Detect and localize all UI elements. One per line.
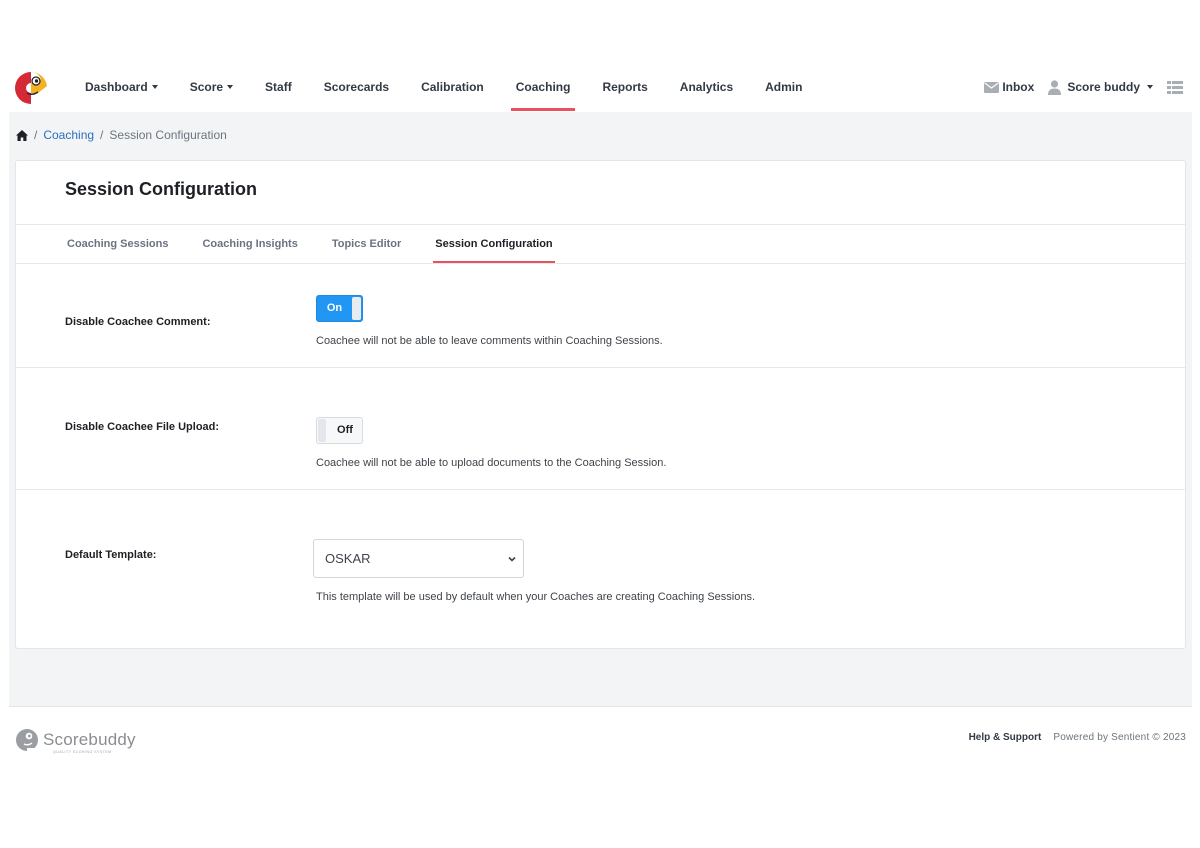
nav-admin[interactable]: Admin <box>749 62 818 112</box>
default-template-select[interactable]: OSKAR <box>313 539 524 578</box>
divider <box>16 489 1185 490</box>
nav-scorecards[interactable]: Scorecards <box>308 62 405 112</box>
nav-calibration[interactable]: Calibration <box>405 62 500 112</box>
tab-session-configuration[interactable]: Session Configuration <box>418 225 569 264</box>
nav-score-label: Score <box>189 80 224 94</box>
chevron-down-icon <box>508 556 516 562</box>
user-name: Score buddy <box>1067 80 1140 94</box>
disable-comment-toggle[interactable]: On <box>316 295 363 322</box>
toggle-state: On <box>326 302 343 314</box>
tab-coaching-sessions[interactable]: Coaching Sessions <box>50 225 185 263</box>
list-icon <box>1167 80 1183 94</box>
divider <box>16 367 1185 368</box>
footer-logo: Scorebuddy QUALITY SCORING SYSTEM <box>15 728 136 754</box>
main-nav: Dashboard Score Staff Scorecards Calibra… <box>69 62 818 112</box>
tab-coaching-insights[interactable]: Coaching Insights <box>185 225 314 263</box>
breadcrumb: / Coaching / Session Configuration <box>16 128 227 142</box>
nav-dashboard[interactable]: Dashboard <box>69 62 174 112</box>
footer-links: Help & Support Powered by Sentient © 202… <box>969 732 1186 743</box>
breadcrumb-coaching[interactable]: Coaching <box>43 128 94 142</box>
inbox-label: Inbox <box>1002 80 1035 94</box>
nav-coaching[interactable]: Coaching <box>500 62 587 112</box>
footer-brand: Scorebuddy <box>43 730 136 749</box>
nav-reports[interactable]: Reports <box>586 62 663 112</box>
help-support-link[interactable]: Help & Support <box>969 732 1042 743</box>
coaching-tabs: Coaching Sessions Coaching Insights Topi… <box>50 225 570 264</box>
disable-comment-help: Coachee will not be able to leave commen… <box>316 335 663 347</box>
footer-tagline: QUALITY SCORING SYSTEM <box>53 750 112 754</box>
disable-upload-help: Coachee will not be able to upload docum… <box>316 457 667 469</box>
content-area: / Coaching / Session Configuration Sessi… <box>9 112 1192 707</box>
default-template-label: Default Template: <box>65 549 157 561</box>
scorebuddy-logo-icon[interactable] <box>14 71 48 105</box>
nav-staff[interactable]: Staff <box>249 62 308 112</box>
default-template-help: This template will be used by default wh… <box>316 591 756 603</box>
home-icon[interactable] <box>16 129 28 141</box>
page-title: Session Configuration <box>65 179 258 199</box>
disable-upload-label: Disable Coachee File Upload: <box>65 421 220 433</box>
breadcrumb-separator: / <box>34 128 38 142</box>
nav-right: Inbox Score buddy <box>970 62 1186 112</box>
list-view-button[interactable] <box>1167 80 1186 94</box>
powered-by-text: Powered by Sentient © 2023 <box>1053 732 1186 743</box>
nav-score[interactable]: Score <box>174 62 249 112</box>
inbox-link[interactable]: Inbox <box>984 80 1034 94</box>
scorebuddy-logo-icon <box>16 729 39 752</box>
user-menu[interactable]: Score buddy <box>1048 79 1153 95</box>
breadcrumb-separator: / <box>100 128 104 142</box>
footer: Scorebuddy QUALITY SCORING SYSTEM Help &… <box>9 708 1192 768</box>
toggle-knob <box>318 419 326 442</box>
nav-analytics[interactable]: Analytics <box>664 62 749 112</box>
disable-comment-label: Disable Coachee Comment: <box>65 316 211 328</box>
disable-upload-toggle[interactable]: Off <box>316 417 363 444</box>
toggle-knob <box>352 297 361 320</box>
user-icon <box>1048 79 1062 95</box>
breadcrumb-current: Session Configuration <box>109 128 227 142</box>
envelope-icon <box>984 81 1000 93</box>
toggle-state: Off <box>337 424 353 436</box>
select-value: OSKAR <box>325 551 371 566</box>
nav-dashboard-label: Dashboard <box>85 80 148 94</box>
tab-topics-editor[interactable]: Topics Editor <box>315 225 418 263</box>
caret-down-icon <box>151 85 158 89</box>
settings-card: Session Configuration Coaching Sessions … <box>15 160 1186 649</box>
caret-down-icon <box>1147 85 1153 89</box>
divider <box>16 263 1185 264</box>
caret-down-icon <box>227 85 234 89</box>
top-navbar: Dashboard Score Staff Scorecards Calibra… <box>9 62 1192 112</box>
